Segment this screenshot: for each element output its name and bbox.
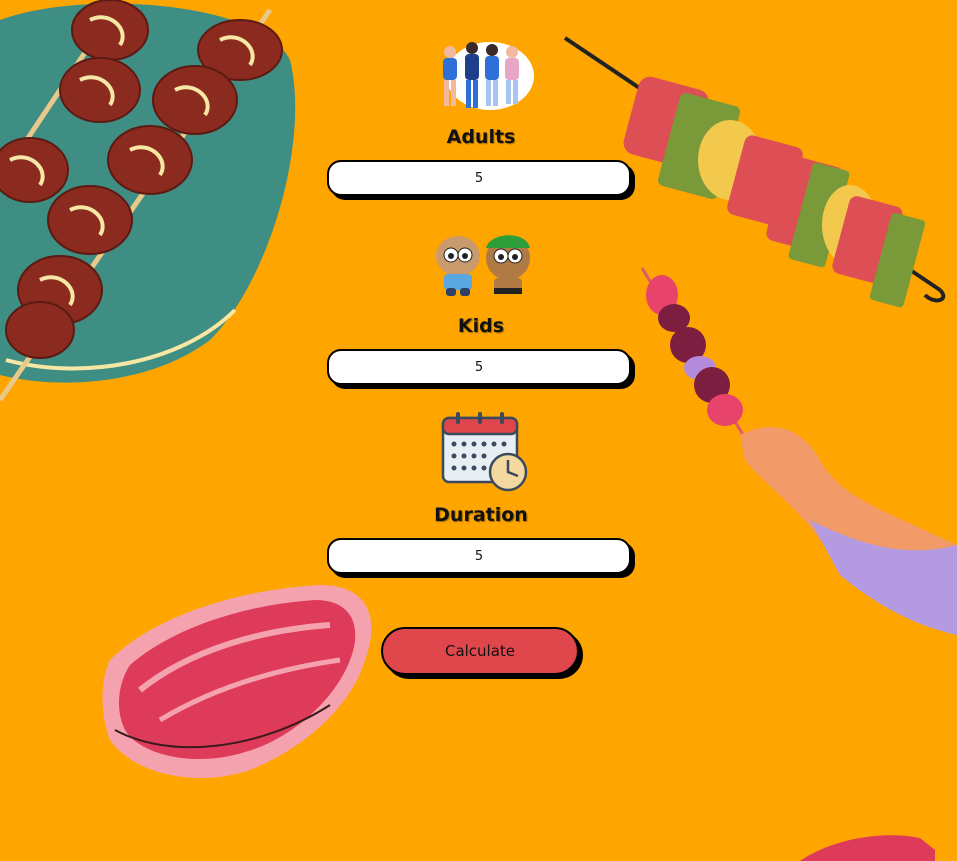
duration-label: Duration [434,504,528,526]
group-of-adults-icon [430,38,534,112]
two-kids-icon [430,228,534,298]
duration-input[interactable] [327,538,631,574]
adults-input[interactable] [327,160,631,196]
kids-label: Kids [457,315,505,337]
bbq-calculator-form: Adults Kids [0,0,957,861]
calculate-button[interactable]: Calculate [381,627,579,675]
calendar-clock-icon [440,410,530,494]
adults-label: Adults [446,126,516,148]
kids-input[interactable] [327,349,631,385]
